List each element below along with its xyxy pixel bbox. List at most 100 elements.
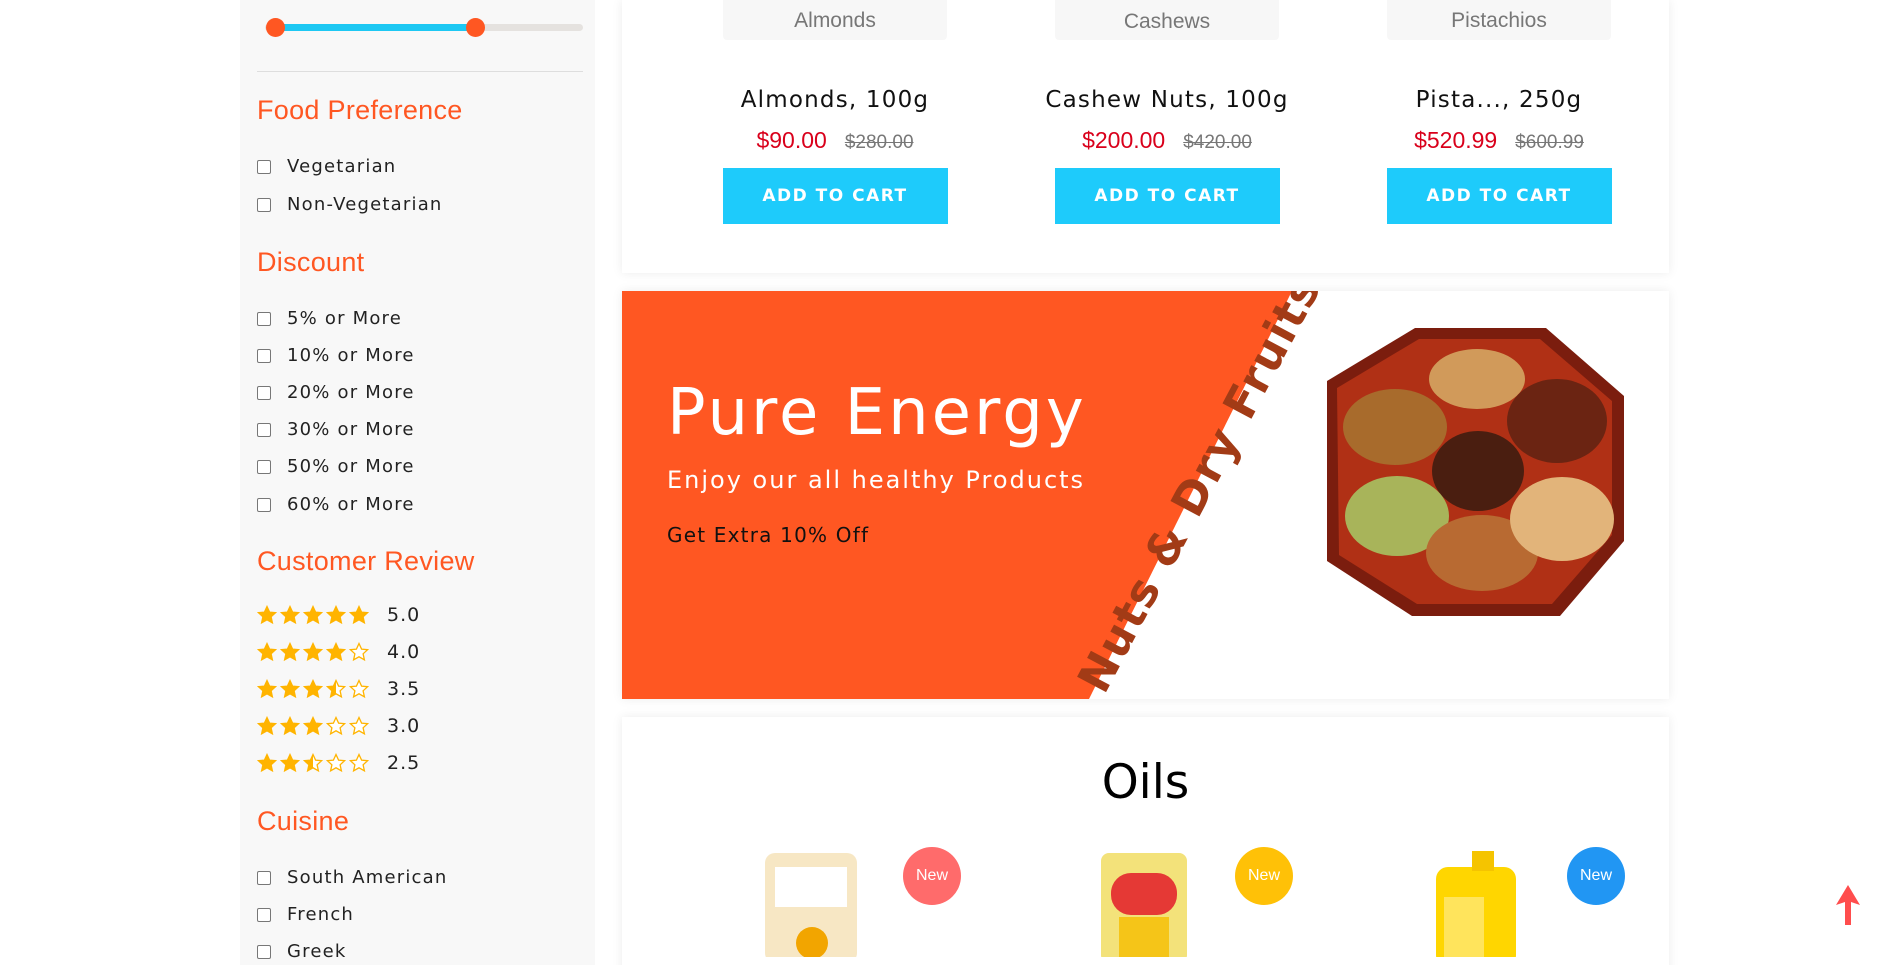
rating-filter-row[interactable]: 3.0 [257, 715, 420, 737]
product-image-label: Cashews [1123, 10, 1211, 33]
rating-label: 5.0 [387, 604, 421, 626]
discount-option[interactable]: 5% or More [257, 308, 402, 329]
rating-filter-row[interactable]: 4.0 [257, 641, 420, 663]
product-price: $520.99 [1414, 127, 1498, 153]
rating-label: 4.0 [387, 641, 421, 663]
page: Food Preference Vegetarian Non-Vegetaria… [0, 0, 1890, 965]
checkbox[interactable] [257, 870, 271, 885]
product-image-oil-pack[interactable] [1089, 847, 1199, 957]
star-half-icon [326, 679, 346, 699]
new-badge: New [903, 847, 961, 905]
option-label: French [287, 904, 355, 925]
discount-option[interactable]: 50% or More [257, 456, 415, 477]
product-old-price: $600.99 [1515, 132, 1584, 153]
cuisine-title: Cuisine [257, 806, 350, 836]
star-empty-icon [349, 679, 369, 699]
rating-filter-row[interactable]: 2.5 [257, 752, 420, 774]
product-old-price: $280.00 [844, 132, 914, 153]
product-image-oil-can[interactable] [1416, 847, 1536, 957]
checkbox[interactable] [257, 311, 271, 326]
product-image-oil-pouch[interactable] [757, 847, 867, 957]
rating-filter-row[interactable]: 3.5 [257, 678, 420, 700]
discount-title: Discount [257, 247, 365, 277]
price-range-fill [274, 24, 475, 31]
star-half-icon [303, 753, 323, 773]
star-filled-icon [280, 679, 300, 699]
price-range-slider[interactable] [265, 18, 583, 37]
divider [257, 71, 583, 72]
checkbox[interactable] [257, 197, 271, 212]
add-to-cart-button[interactable]: ADD TO CART [722, 168, 948, 224]
food-option-vegetarian[interactable]: Vegetarian [257, 156, 396, 177]
cuisine-option[interactable]: Greek [257, 941, 347, 962]
star-filled-icon [280, 642, 300, 662]
price-min-handle[interactable] [265, 18, 285, 37]
star-filled-icon [280, 753, 300, 773]
checkbox[interactable] [257, 907, 271, 922]
food-option-non-vegetarian[interactable]: Non-Vegetarian [257, 194, 443, 215]
product-image[interactable]: Pistachios [1387, 0, 1611, 40]
star-filled-icon [280, 716, 300, 736]
checkbox[interactable] [257, 497, 271, 512]
checkbox[interactable] [257, 459, 271, 474]
star-filled-icon [257, 679, 277, 699]
scroll-to-top-icon[interactable] [1836, 885, 1860, 925]
star-filled-icon [303, 642, 323, 662]
star-filled-icon [257, 642, 277, 662]
checkbox[interactable] [257, 385, 271, 400]
section-title: Oils [1101, 755, 1190, 810]
star-filled-icon [280, 605, 300, 625]
add-to-cart-button[interactable]: ADD TO CART [1386, 168, 1612, 224]
option-label: 5% or More [287, 308, 403, 329]
product-name[interactable]: Pista..., 250g [1369, 87, 1629, 113]
option-label: 30% or More [287, 419, 415, 440]
product-card[interactable]: Almonds Almonds, 100g $90.00 $280.00 ADD … [705, 0, 965, 224]
product-prices: $200.00 $420.00 [1037, 127, 1297, 154]
new-badge: New [1235, 847, 1293, 905]
cuisine-option[interactable]: South American [257, 867, 448, 888]
discount-option[interactable]: 10% or More [257, 345, 415, 366]
product-old-price: $420.00 [1183, 132, 1252, 153]
star-filled-icon [303, 679, 323, 699]
price-max-handle[interactable] [465, 18, 485, 37]
product-image[interactable]: Cashews [1055, 0, 1279, 40]
option-label: South American [287, 867, 448, 888]
star-rating [257, 753, 369, 773]
product-card[interactable]: Pistachios Pista..., 250g $520.99 $600.99… [1369, 0, 1629, 224]
new-badge: New [1567, 847, 1625, 905]
rating-label: 3.0 [387, 715, 421, 737]
discount-option[interactable]: 20% or More [257, 382, 415, 403]
product-card[interactable]: Cashews Cashew Nuts, 100g $200.00 $420.00… [1037, 0, 1297, 224]
cuisine-option[interactable]: French [257, 904, 354, 925]
star-rating [257, 642, 369, 662]
banner-title: Pure Energy [667, 376, 1087, 450]
product-name[interactable]: Almonds, 100g [705, 87, 965, 113]
product-prices: $520.99 $600.99 [1369, 127, 1629, 154]
star-filled-icon [349, 605, 369, 625]
star-empty-icon [349, 753, 369, 773]
star-empty-icon [349, 642, 369, 662]
product-image-label: Almonds [794, 9, 876, 32]
product-name[interactable]: Cashew Nuts, 100g [1037, 87, 1297, 113]
customer-review-title: Customer Review [257, 546, 475, 576]
rating-label: 2.5 [387, 752, 421, 774]
checkbox[interactable] [257, 944, 271, 959]
discount-option[interactable]: 60% or More [257, 494, 415, 515]
add-to-cart-button[interactable]: ADD TO CART [1054, 168, 1280, 224]
star-filled-icon [303, 605, 323, 625]
banner-offer[interactable]: Get Extra 10% Off [667, 523, 869, 547]
option-label: 50% or More [287, 456, 415, 477]
oils-section: Oils New New New [622, 717, 1669, 965]
discount-option[interactable]: 30% or More [257, 419, 415, 440]
rating-filter-row[interactable]: 5.0 [257, 604, 420, 626]
star-filled-icon [257, 716, 277, 736]
checkbox[interactable] [257, 159, 271, 174]
option-label: 10% or More [287, 345, 415, 366]
product-prices: $90.00 $280.00 [705, 127, 965, 154]
promo-banner[interactable]: Pure Energy Enjoy our all healthy Produc… [622, 291, 1669, 699]
star-filled-icon [326, 642, 346, 662]
checkbox[interactable] [257, 348, 271, 363]
product-price: $200.00 [1082, 127, 1166, 153]
checkbox[interactable] [257, 422, 271, 437]
product-image[interactable]: Almonds [723, 0, 947, 40]
